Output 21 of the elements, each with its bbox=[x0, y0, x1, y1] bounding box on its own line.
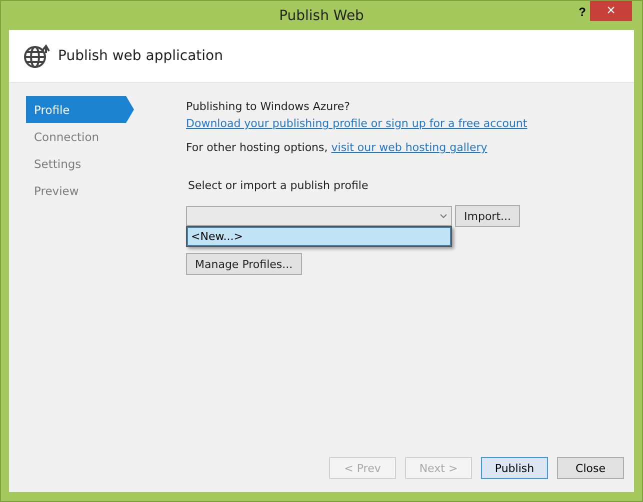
nav-item[interactable]: Settings bbox=[26, 150, 134, 177]
footer-button[interactable]: Close bbox=[557, 457, 624, 479]
close-button[interactable]: × bbox=[590, 1, 632, 21]
profile-label: Select or import a publish profile bbox=[188, 179, 370, 192]
hosting-text: For other hosting options, bbox=[186, 141, 329, 154]
import-button[interactable]: Import... bbox=[455, 205, 520, 227]
header-title: Publish web application bbox=[58, 48, 223, 64]
azure-heading: Publishing to Windows Azure? bbox=[186, 100, 352, 113]
manage-profiles-button[interactable]: Manage Profiles... bbox=[186, 253, 302, 275]
chevron-down-icon bbox=[440, 214, 447, 218]
footer-button[interactable]: Publish bbox=[481, 457, 548, 479]
nav-item[interactable]: Preview bbox=[26, 177, 134, 204]
globe-arrow-icon bbox=[23, 42, 50, 70]
dropdown-option[interactable]: <New...> bbox=[187, 227, 451, 246]
help-button[interactable]: ? bbox=[578, 5, 586, 19]
nav-item[interactable]: Connection bbox=[26, 123, 134, 150]
download-profile-link[interactable]: Download your publishing profile or sign up for a free account bbox=[186, 117, 528, 130]
hosting-gallery-link[interactable]: visit our web hosting gallery bbox=[331, 141, 488, 154]
nav-item[interactable]: Profile bbox=[26, 96, 134, 123]
window-title: Publish Web bbox=[279, 8, 364, 24]
profile-dropdown[interactable] bbox=[186, 206, 452, 226]
